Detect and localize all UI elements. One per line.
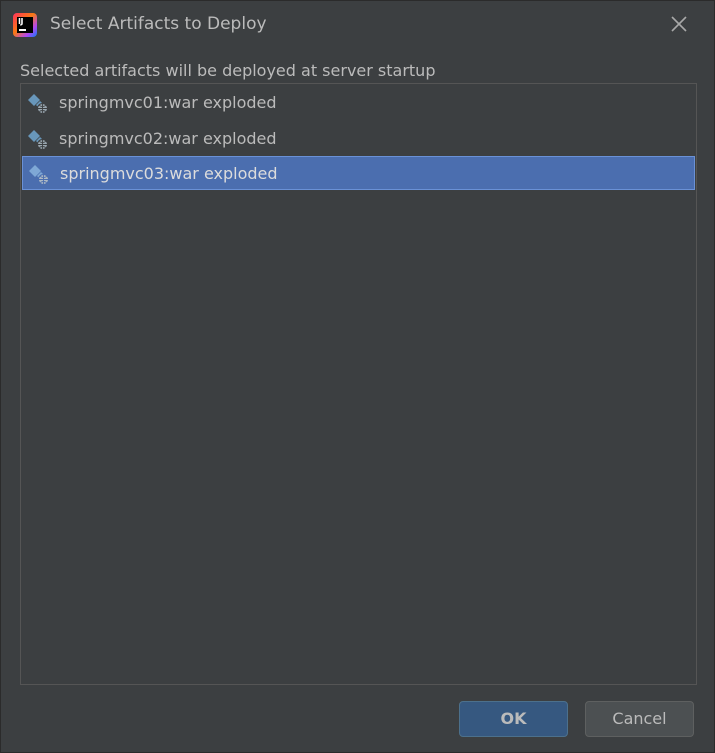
intellij-idea-icon: IJ [13, 13, 37, 37]
artifact-label: springmvc01:war exploded [59, 93, 277, 112]
dialog-title: Select Artifacts to Deploy [50, 14, 267, 34]
title-bar: IJ Select Artifacts to Deploy [1, 1, 714, 47]
cancel-button[interactable]: Cancel [585, 701, 694, 737]
artifact-label: springmvc03:war exploded [60, 164, 278, 183]
artifact-list[interactable]: springmvc01:war exploded springmvc02:war… [20, 83, 697, 685]
close-button[interactable] [667, 12, 691, 36]
ok-button[interactable]: OK [459, 701, 568, 737]
select-artifacts-dialog: IJ Select Artifacts to Deploy Selected a… [0, 0, 715, 753]
list-item[interactable]: springmvc02:war exploded [22, 122, 695, 156]
description-label: Selected artifacts will be deployed at s… [20, 61, 436, 80]
web-artifact-icon [29, 165, 49, 185]
close-icon [671, 16, 687, 32]
list-item-selected[interactable]: springmvc03:war exploded [22, 156, 695, 190]
list-item[interactable]: springmvc01:war exploded [22, 86, 695, 120]
artifact-label: springmvc02:war exploded [59, 129, 277, 148]
web-artifact-icon [28, 130, 48, 150]
web-artifact-icon [28, 94, 48, 114]
